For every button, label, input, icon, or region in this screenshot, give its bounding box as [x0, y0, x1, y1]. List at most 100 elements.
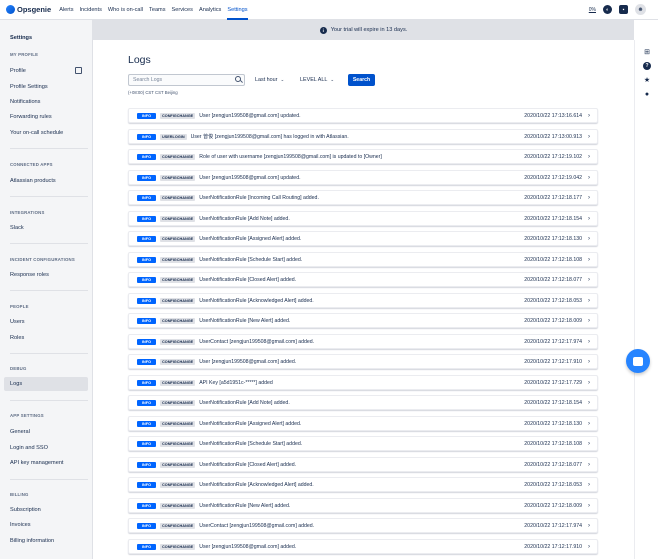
- chevron-right-icon[interactable]: ›: [588, 195, 590, 201]
- chat-button[interactable]: [626, 349, 650, 373]
- log-row[interactable]: INFO CONFIGCHANGE UserNotificationRule [Ac…: [128, 293, 598, 308]
- log-message: UserNotificationRule [Assigned Alert] ad…: [199, 235, 302, 242]
- help-icon[interactable]: ?: [643, 62, 651, 70]
- log-row[interactable]: INFO CONFIGCHANGE UserNotificationRule [Cl…: [128, 457, 598, 472]
- nav-analytics[interactable]: Analytics: [199, 0, 221, 20]
- opsgenie-logo[interactable]: Opsgenie: [6, 5, 51, 14]
- log-row[interactable]: INFO CONFIGCHANGE User [zengjun199508@gmai…: [128, 539, 598, 554]
- sidebar-item-invoices[interactable]: Invoices: [4, 518, 88, 532]
- sidebar-item-profile-settings[interactable]: Profile Settings: [4, 80, 88, 94]
- log-row[interactable]: INFO CONFIGCHANGE UserNotificationRule [Ne…: [128, 498, 598, 513]
- user-avatar[interactable]: ☻: [635, 4, 646, 15]
- chevron-right-icon[interactable]: ›: [588, 113, 590, 119]
- external-link-icon[interactable]: [75, 67, 82, 74]
- sidebar-item-billing-information[interactable]: Billing information: [4, 534, 88, 548]
- log-message: UserNotificationRule [Acknowledged Alert…: [199, 481, 314, 488]
- chevron-right-icon[interactable]: ›: [588, 462, 590, 468]
- log-row[interactable]: INFO USERLOGIN User 曾俊 [zengjun199508@gmai…: [128, 129, 598, 144]
- sidebar-item-profile[interactable]: Profile: [4, 64, 88, 78]
- log-timestamp: 2020/10/22 17:12:18.130: [524, 420, 582, 427]
- log-timestamp: 2020/10/22 17:12:18.108: [524, 256, 582, 263]
- trial-usage-percent[interactable]: 0%: [589, 7, 596, 13]
- chevron-right-icon[interactable]: ›: [588, 441, 590, 447]
- sidebar-item-on-call-schedule[interactable]: Your on-call schedule: [4, 126, 88, 140]
- nav-alerts[interactable]: Alerts: [59, 0, 73, 20]
- log-row[interactable]: INFO CONFIGCHANGE User [zengjun199508@gmai…: [128, 170, 598, 185]
- time-range-dropdown[interactable]: Last hour ⌄: [251, 74, 288, 86]
- chevron-right-icon[interactable]: ›: [588, 421, 590, 427]
- sidebar-item-slack[interactable]: Slack: [4, 221, 88, 235]
- log-timestamp: 2020/10/22 17:12:18.130: [524, 235, 582, 242]
- sidebar-item-subscription[interactable]: Subscription: [4, 503, 88, 517]
- chevron-down-icon: ⌄: [280, 77, 285, 82]
- sidebar-item-logs[interactable]: Logs: [4, 377, 88, 391]
- chevron-right-icon[interactable]: ›: [588, 318, 590, 324]
- sidebar-item-atlassian-products[interactable]: Atlassian products: [4, 174, 88, 188]
- chevron-right-icon[interactable]: ›: [588, 236, 590, 242]
- sidebar-item-login-and-sso[interactable]: Login and SSO: [4, 441, 88, 455]
- apps-switcher-icon[interactable]: ⊞: [643, 48, 651, 56]
- log-row[interactable]: INFO CONFIGCHANGE UserNotificationRule [Cl…: [128, 272, 598, 287]
- chevron-right-icon[interactable]: ›: [588, 277, 590, 283]
- chevron-right-icon[interactable]: ›: [588, 359, 590, 365]
- log-timestamp: 2020/10/22 17:12:18.077: [524, 276, 582, 283]
- log-row[interactable]: INFO CONFIGCHANGE UserNotificationRule [Ad…: [128, 211, 598, 226]
- log-message: UserNotificationRule [Closed Alert] adde…: [199, 276, 297, 283]
- chevron-right-icon[interactable]: ›: [588, 400, 590, 406]
- timezone-label: (+08:00) CST CST Beijing: [128, 90, 178, 95]
- chevron-right-icon[interactable]: ›: [588, 134, 590, 140]
- chevron-right-icon[interactable]: ›: [588, 154, 590, 160]
- sidebar-item-forwarding-rules[interactable]: Forwarding rules: [4, 110, 88, 124]
- log-message: UserNotificationRule [Closed Alert] adde…: [199, 461, 297, 468]
- sidebar-item-notifications[interactable]: Notifications: [4, 95, 88, 109]
- nav-teams[interactable]: Teams: [149, 0, 165, 20]
- sidebar-header-connected-apps: CONNECTED APPS: [10, 162, 53, 167]
- compass-icon[interactable]: ◐: [603, 5, 612, 14]
- chevron-right-icon[interactable]: ›: [588, 523, 590, 529]
- log-row[interactable]: INFO CONFIGCHANGE Role of user with userna…: [128, 149, 598, 164]
- chevron-right-icon[interactable]: ›: [588, 339, 590, 345]
- chevron-right-icon[interactable]: ›: [588, 544, 590, 550]
- sidebar-item-response-roles[interactable]: Response roles: [4, 268, 88, 282]
- log-row[interactable]: INFO CONFIGCHANGE UserNotificationRule [Sc…: [128, 436, 598, 451]
- log-row[interactable]: INFO CONFIGCHANGE UserNotificationRule [Ad…: [128, 395, 598, 410]
- chevron-right-icon[interactable]: ›: [588, 257, 590, 263]
- log-row[interactable]: INFO CONFIGCHANGE UserNotificationRule [Ac…: [128, 477, 598, 492]
- chevron-right-icon[interactable]: ›: [588, 298, 590, 304]
- sidebar-item-general[interactable]: General: [4, 425, 88, 439]
- log-row[interactable]: INFO CONFIGCHANGE UserNotificationRule [Ne…: [128, 313, 598, 328]
- log-row[interactable]: INFO CONFIGCHANGE API Key [a5d1951c-*****]…: [128, 375, 598, 390]
- sidebar-item-users[interactable]: Users: [4, 315, 88, 329]
- level-dropdown[interactable]: LEVEL ALL ⌄: [296, 74, 338, 86]
- log-type-badge: CONFIGCHANGE: [160, 440, 196, 447]
- log-row[interactable]: INFO CONFIGCHANGE UserNotificationRule [As…: [128, 416, 598, 431]
- chevron-right-icon[interactable]: ›: [588, 482, 590, 488]
- mobile-icon[interactable]: ▪: [619, 5, 628, 14]
- nav-who-is-on-call[interactable]: Who is on-call: [108, 0, 143, 20]
- chat-icon: [633, 356, 643, 366]
- chevron-right-icon[interactable]: ›: [588, 216, 590, 222]
- log-row[interactable]: INFO CONFIGCHANGE UserNotificationRule [In…: [128, 190, 598, 205]
- chevron-right-icon[interactable]: ›: [588, 175, 590, 181]
- log-row[interactable]: INFO CONFIGCHANGE UserNotificationRule [Sc…: [128, 252, 598, 267]
- log-row[interactable]: INFO CONFIGCHANGE User [zengjun199508@gmai…: [128, 108, 598, 123]
- lightbulb-icon[interactable]: ●: [643, 90, 651, 98]
- star-icon[interactable]: ★: [643, 76, 651, 84]
- nav-services[interactable]: Services: [172, 0, 193, 20]
- search-icon[interactable]: [235, 76, 241, 82]
- sidebar-item-roles[interactable]: Roles: [4, 331, 88, 345]
- log-message: User [zengjun199508@gmail.com] updated.: [199, 112, 301, 119]
- log-message: UserNotificationRule [Schedule Start] ad…: [199, 440, 303, 447]
- chevron-right-icon[interactable]: ›: [588, 380, 590, 386]
- log-row[interactable]: INFO CONFIGCHANGE UserContact [zengjun1995…: [128, 334, 598, 349]
- nav-incidents[interactable]: Incidents: [80, 0, 102, 20]
- sidebar-item-api-key-management[interactable]: API key management: [4, 456, 88, 470]
- log-row[interactable]: INFO CONFIGCHANGE User [zengjun199508@gmai…: [128, 354, 598, 369]
- chevron-right-icon[interactable]: ›: [588, 503, 590, 509]
- search-logs-input[interactable]: [128, 74, 245, 86]
- nav-settings[interactable]: Settings: [227, 0, 248, 20]
- search-button[interactable]: Search: [348, 74, 375, 86]
- log-row[interactable]: INFO CONFIGCHANGE UserContact [zengjun1995…: [128, 518, 598, 533]
- log-message: User 曾俊 [zengjun199508@gmail.com] has lo…: [190, 134, 349, 140]
- log-row[interactable]: INFO CONFIGCHANGE UserNotificationRule [As…: [128, 231, 598, 246]
